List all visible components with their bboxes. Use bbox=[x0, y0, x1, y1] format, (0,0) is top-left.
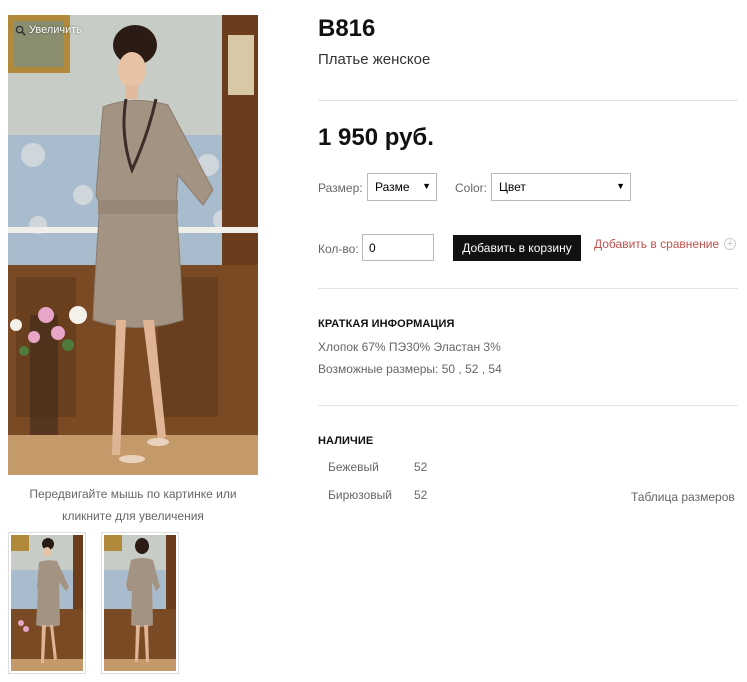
quantity-input[interactable]: 0 bbox=[362, 234, 434, 261]
availability-heading: НАЛИЧИЕ bbox=[318, 435, 374, 447]
color-select[interactable]: Цвет ▼ bbox=[491, 173, 631, 201]
add-to-compare-label: Добавить в сравнение bbox=[594, 237, 720, 251]
main-product-photo[interactable]: Увеличить bbox=[8, 15, 258, 475]
product-name: Платье женское bbox=[318, 51, 431, 68]
zoom-label: Увеличить bbox=[29, 24, 83, 36]
availability-color: Бежевый bbox=[328, 460, 379, 474]
thumbnail-back-image bbox=[104, 535, 176, 671]
size-select-value: Разме bbox=[375, 180, 410, 194]
divider bbox=[318, 288, 738, 289]
thumbnail-front[interactable] bbox=[8, 532, 86, 674]
divider bbox=[318, 405, 738, 406]
dress-photo-illustration bbox=[8, 15, 258, 475]
add-to-cart-button[interactable]: Добавить в корзину bbox=[453, 235, 581, 261]
thumbnail-back[interactable] bbox=[101, 532, 179, 674]
availability-row: Бирюзовый 52 bbox=[328, 488, 528, 502]
availability-size: 52 bbox=[414, 460, 428, 474]
color-select-value: Цвет bbox=[499, 180, 526, 194]
product-sku: B816 bbox=[318, 15, 376, 42]
dropdown-arrow-icon: ▼ bbox=[422, 181, 431, 191]
magnifier-icon bbox=[15, 25, 26, 36]
availability-row: Бежевый 52 bbox=[328, 460, 528, 474]
divider bbox=[318, 100, 738, 101]
size-label: Размер: bbox=[318, 181, 363, 195]
available-sizes-text: Возможные размеры: 50 , 52 , 54 bbox=[318, 362, 502, 376]
composition-text: Хлопок 67% ПЭ30% Эластан 3% bbox=[318, 340, 501, 354]
thumbnail-front-image bbox=[11, 535, 83, 671]
zoom-hint: Передвигайте мышь по картинке или кликни… bbox=[29, 487, 237, 523]
quantity-label: Кол-во: bbox=[318, 242, 359, 256]
product-price: 1 950 руб. bbox=[318, 124, 434, 151]
plus-icon: + bbox=[724, 238, 737, 250]
size-select[interactable]: Разме ▼ bbox=[367, 173, 437, 201]
zoom-link[interactable]: Увеличить bbox=[15, 24, 82, 36]
availability-size: 52 bbox=[414, 488, 428, 502]
color-label: Color: bbox=[455, 181, 488, 195]
summary-heading: КРАТКАЯ ИНФОРМАЦИЯ bbox=[318, 318, 455, 330]
availability-color: Бирюзовый bbox=[328, 488, 392, 502]
add-to-compare-link[interactable]: Добавить в сравнение + bbox=[594, 237, 737, 251]
dropdown-arrow-icon: ▼ bbox=[616, 181, 625, 191]
size-table-link[interactable]: Таблица размеров bbox=[631, 490, 735, 504]
